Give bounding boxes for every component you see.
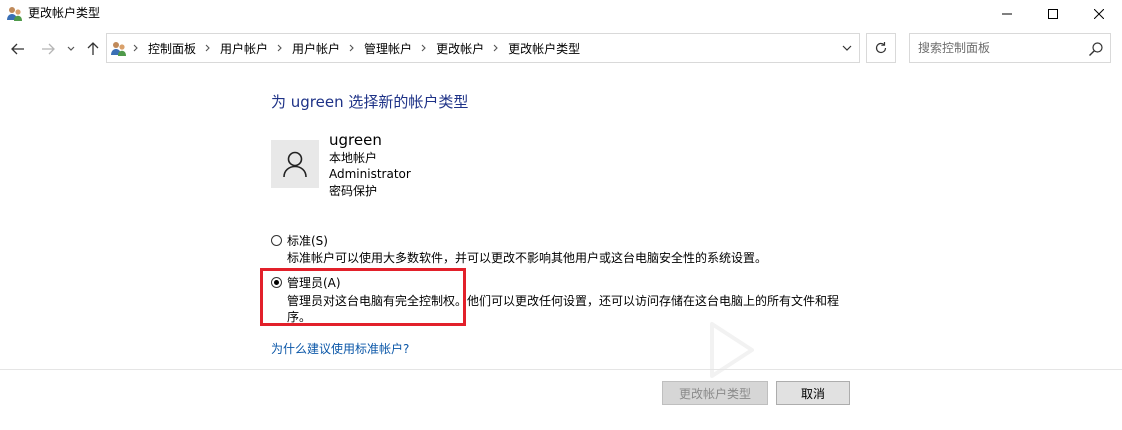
breadcrumb-item-change-account-type[interactable]: 更改帐户类型 — [508, 40, 580, 57]
refresh-icon — [875, 42, 887, 54]
why-standard-account-link[interactable]: 为什么建议使用标准帐户? — [271, 341, 409, 357]
maximize-button[interactable] — [1030, 0, 1076, 28]
standard-radio[interactable] — [271, 235, 282, 246]
window-title: 更改帐户类型 — [28, 6, 101, 20]
standard-description: 标准帐户可以使用大多数软件，并可以更改不影响其他用户或这台电脑安全性的系统设置。 — [287, 251, 768, 265]
recent-locations-chevron-icon[interactable] — [64, 39, 78, 59]
title-bar: 更改帐户类型 — [0, 0, 1122, 28]
user-avatar-icon — [283, 151, 307, 178]
breadcrumb-item-user-accounts[interactable]: 用户帐户 — [220, 40, 268, 57]
back-arrow-icon[interactable] — [8, 39, 28, 59]
avatar — [271, 140, 319, 188]
search-icon[interactable] — [1088, 41, 1104, 57]
account-name: ugreen — [329, 131, 382, 149]
search-box[interactable] — [909, 33, 1111, 63]
highlight-box — [260, 268, 466, 326]
address-bar[interactable]: 控制面板 用户帐户 用户帐户 管理帐户 更改帐户 更改帐户类型 — [106, 33, 860, 63]
user-accounts-icon — [110, 40, 128, 58]
navigation-bar: 控制面板 用户帐户 用户帐户 管理帐户 更改帐户 更改帐户类型 — [0, 33, 1122, 65]
search-input[interactable] — [914, 38, 1092, 58]
cancel-button[interactable]: 取消 — [776, 381, 850, 405]
play-watermark-icon — [710, 322, 754, 378]
minimize-button[interactable] — [984, 0, 1030, 28]
page-title: 为 ugreen 选择新的帐户类型 — [271, 93, 469, 111]
standard-label[interactable]: 标准(S) — [287, 233, 328, 249]
forward-arrow-icon[interactable] — [38, 39, 58, 59]
user-accounts-icon — [6, 5, 24, 23]
address-dropdown-chevron-icon[interactable] — [837, 40, 857, 56]
breadcrumb-chevron-icon[interactable] — [421, 44, 427, 52]
change-account-type-button[interactable]: 更改帐户类型 — [662, 381, 768, 405]
account-password-status: 密码保护 — [329, 184, 378, 198]
account-group: Administrator — [329, 167, 411, 181]
breadcrumb-chevron-icon[interactable] — [349, 44, 355, 52]
breadcrumb-chevron-icon[interactable] — [205, 44, 211, 52]
breadcrumb-chevron-icon[interactable] — [277, 44, 283, 52]
close-button[interactable] — [1076, 0, 1122, 28]
breadcrumb-item-manage-accounts[interactable]: 管理帐户 — [364, 40, 412, 57]
breadcrumb-item-change-account[interactable]: 更改帐户 — [436, 40, 484, 57]
account-type-local: 本地帐户 — [329, 151, 378, 165]
footer-divider — [0, 369, 1122, 370]
refresh-button[interactable] — [866, 33, 896, 63]
up-arrow-icon[interactable] — [84, 39, 102, 59]
breadcrumb: 控制面板 用户帐户 用户帐户 管理帐户 更改帐户 更改帐户类型 — [133, 34, 580, 62]
breadcrumb-item-user-accounts-sub[interactable]: 用户帐户 — [292, 40, 340, 57]
breadcrumb-chevron-icon[interactable] — [133, 44, 139, 52]
breadcrumb-chevron-icon[interactable] — [493, 44, 499, 52]
breadcrumb-item-control-panel[interactable]: 控制面板 — [148, 40, 196, 57]
